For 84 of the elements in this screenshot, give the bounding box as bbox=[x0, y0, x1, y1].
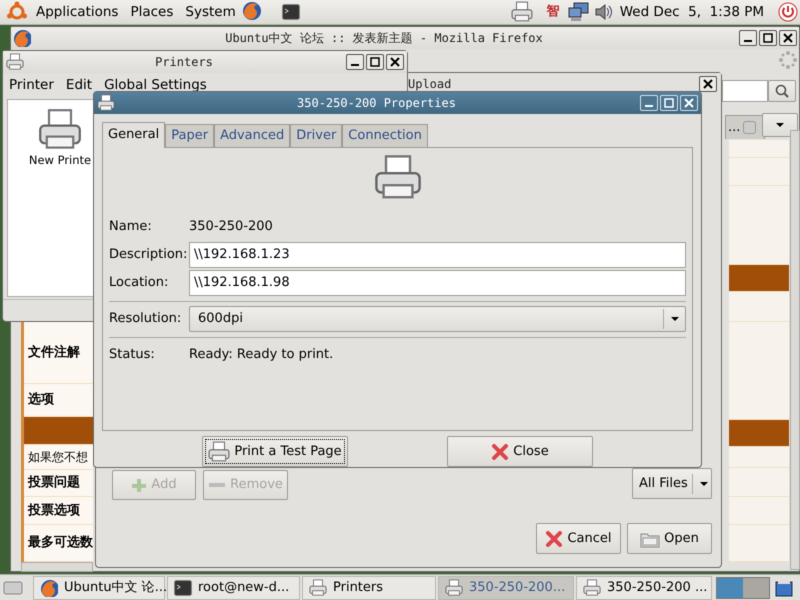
caret-icon bbox=[698, 480, 709, 486]
search-icon bbox=[775, 84, 789, 98]
network-icon[interactable] bbox=[568, 2, 590, 22]
show-desktop-icon[interactable] bbox=[3, 580, 23, 594]
maximize-icon bbox=[761, 32, 775, 44]
workspace-switcher[interactable] bbox=[716, 576, 770, 598]
browser-tab[interactable]: ... bbox=[725, 115, 765, 139]
caret-icon bbox=[670, 316, 680, 322]
field-label: Name: bbox=[109, 218, 153, 236]
window-title: Ubuntu中文 论坛 :: 发表新主题 - Mozilla Firefox bbox=[224, 30, 544, 47]
taskbar-item[interactable]: Printers bbox=[302, 576, 436, 600]
field-value: Ready: Ready to print. bbox=[189, 346, 334, 364]
close-icon bbox=[701, 78, 715, 90]
menu-item[interactable]: Global Settings bbox=[104, 74, 207, 96]
panel-menu[interactable]: Places bbox=[124, 2, 180, 22]
printer-icon bbox=[309, 578, 327, 596]
close-icon bbox=[682, 96, 696, 109]
close-icon bbox=[545, 530, 564, 548]
caret-icon bbox=[775, 122, 785, 128]
maximize-icon bbox=[368, 56, 382, 68]
search-button[interactable] bbox=[768, 80, 796, 102]
open-button[interactable]: Open bbox=[627, 523, 712, 554]
taskbar-item[interactable]: 350-250-200 ... bbox=[576, 576, 712, 600]
printer-icon[interactable] bbox=[510, 1, 533, 23]
remove-icon bbox=[208, 482, 226, 488]
tab[interactable]: Advanced bbox=[214, 124, 290, 147]
maximize-button[interactable] bbox=[366, 54, 384, 70]
window-title: 350-250-200 Properties bbox=[296, 94, 457, 112]
terminal-icon[interactable] bbox=[282, 4, 300, 20]
minimize-icon bbox=[645, 104, 653, 107]
window-title: Printers bbox=[154, 54, 214, 71]
taskbar-item[interactable]: Ubuntu中文 论... bbox=[33, 576, 165, 600]
taskbar-item[interactable]: 350-250-200... bbox=[438, 576, 574, 600]
print-test-page-button[interactable]: Print a Test Page bbox=[202, 436, 348, 467]
close-icon bbox=[491, 442, 510, 460]
tab[interactable]: Driver bbox=[290, 124, 342, 147]
tab[interactable]: Connection bbox=[342, 124, 428, 147]
printer-icon bbox=[6, 53, 24, 71]
icon-label[interactable]: New Printe bbox=[28, 152, 92, 170]
printer-icon bbox=[583, 578, 601, 596]
tab[interactable]: General bbox=[102, 122, 166, 148]
field-label: Status: bbox=[109, 346, 156, 364]
volume-icon[interactable] bbox=[594, 2, 614, 22]
file-type-dropdown[interactable]: All Files bbox=[632, 468, 712, 499]
add-icon bbox=[131, 478, 148, 492]
tab-list-button[interactable] bbox=[762, 113, 798, 137]
close-icon bbox=[781, 32, 795, 44]
close-button[interactable]: Close bbox=[447, 436, 593, 467]
menu-item[interactable]: Edit bbox=[66, 74, 92, 96]
form-label: 投票选项 bbox=[24, 497, 93, 525]
close-icon bbox=[388, 56, 402, 68]
table-row bbox=[24, 417, 93, 445]
printer-icon bbox=[208, 440, 230, 462]
maximize-button[interactable] bbox=[759, 30, 777, 46]
field-label: Location: bbox=[109, 274, 170, 292]
minimize-button[interactable] bbox=[346, 54, 364, 70]
throbber-icon bbox=[778, 50, 798, 70]
power-icon[interactable] bbox=[778, 2, 798, 22]
form-label: 投票问题 bbox=[24, 470, 93, 497]
maximize-icon bbox=[662, 96, 676, 109]
panel-menu[interactable]: Applications bbox=[30, 2, 124, 22]
input-field[interactable]: \\192.168.1.23 bbox=[189, 242, 686, 268]
close-button[interactable] bbox=[386, 54, 404, 70]
input-method-indicator[interactable]: 智 bbox=[546, 2, 560, 22]
panel-menu[interactable]: System bbox=[179, 2, 242, 22]
close-button[interactable] bbox=[699, 76, 717, 92]
printer-icon bbox=[97, 94, 115, 112]
terminal-icon[interactable] bbox=[174, 580, 192, 596]
minimize-button[interactable] bbox=[739, 30, 757, 46]
field-label: Resolution: bbox=[109, 310, 182, 328]
taskbar-item[interactable]: root@new-d... bbox=[167, 576, 300, 600]
input-field[interactable]: \\192.168.1.98 bbox=[189, 270, 686, 296]
minimize-icon bbox=[744, 40, 752, 42]
tab[interactable]: Paper bbox=[165, 124, 214, 147]
close-button[interactable] bbox=[779, 30, 797, 46]
window-title: Upload bbox=[408, 76, 452, 93]
field-value: 350-250-200 bbox=[189, 218, 273, 236]
dropdown[interactable]: 600dpi bbox=[189, 306, 686, 332]
menu-item[interactable]: Printer bbox=[9, 74, 54, 96]
field-label: Description: bbox=[109, 246, 188, 264]
printer-icon bbox=[445, 578, 463, 596]
minimize-icon bbox=[351, 64, 359, 66]
cancel-button[interactable]: Cancel bbox=[536, 523, 621, 554]
clock[interactable]: Wed Dec 5, 1:38 PM bbox=[614, 2, 770, 22]
